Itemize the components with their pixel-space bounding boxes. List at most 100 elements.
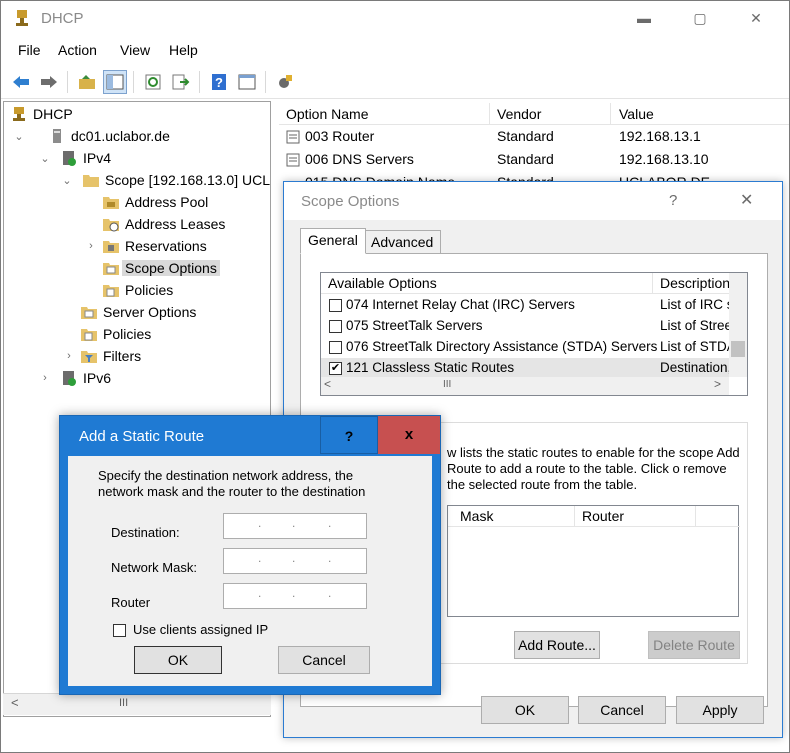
- toolbar: ?: [1, 65, 789, 99]
- list-item[interactable]: 075 StreetTalk Servers List of Stree: [321, 316, 730, 337]
- chevron-down-icon[interactable]: ⌄: [12, 130, 26, 143]
- column-value[interactable]: Value: [619, 106, 654, 122]
- tree-node-policies-server[interactable]: Policies: [80, 324, 151, 344]
- scope-options-close-button[interactable]: ✕: [740, 190, 753, 210]
- cancel-button[interactable]: Cancel: [578, 696, 666, 724]
- list-item-selected[interactable]: ✔ 121 Classless Static Routes Destinatio…: [321, 358, 730, 379]
- export-list-icon[interactable]: [169, 70, 193, 94]
- options-list-header: Option Name Vendor Value: [279, 103, 789, 125]
- route-ok-button[interactable]: OK: [134, 646, 222, 674]
- menu-file[interactable]: File: [18, 42, 41, 58]
- column-mask[interactable]: Mask: [460, 508, 493, 524]
- scroll-left-icon[interactable]: <: [11, 695, 19, 710]
- back-arrow-icon[interactable]: [9, 70, 33, 94]
- scroll-thumb[interactable]: III: [119, 697, 128, 709]
- tree-horizontal-scrollbar[interactable]: < III: [3, 693, 271, 715]
- list-item[interactable]: 003 Router Standard 192.168.13.1: [279, 126, 789, 148]
- tree-node-filters[interactable]: › Filters: [62, 346, 141, 366]
- add-static-route-title: Add a Static Route: [79, 428, 205, 445]
- options-horizontal-scrollbar[interactable]: < III >: [321, 377, 729, 395]
- chevron-down-icon[interactable]: ⌄: [38, 152, 52, 165]
- scope-options-title: Scope Options: [301, 193, 400, 210]
- tree-node-scope[interactable]: ⌄ Scope [192.168.13.0] UCLA: [60, 170, 270, 190]
- option-checkbox[interactable]: [329, 299, 342, 312]
- apply-button[interactable]: Apply: [676, 696, 764, 724]
- route-cancel-button[interactable]: Cancel: [278, 646, 370, 674]
- up-folder-icon[interactable]: [75, 70, 99, 94]
- ok-button[interactable]: OK: [481, 696, 569, 724]
- tree-node-policies[interactable]: Policies: [102, 280, 173, 300]
- show-hide-console-tree-icon[interactable]: [103, 70, 127, 94]
- help-icon[interactable]: ?: [207, 70, 231, 94]
- router-label: Router: [111, 595, 151, 610]
- refresh-icon[interactable]: [141, 70, 165, 94]
- forward-arrow-icon[interactable]: [37, 70, 61, 94]
- server-options-icon: [81, 307, 97, 319]
- option-icon: [286, 130, 300, 144]
- use-clients-assigned-ip-label: Use clients assigned IP: [133, 622, 269, 637]
- folder-icon: [83, 175, 99, 187]
- static-routes-table: Mask Router: [447, 505, 740, 617]
- static-routes-header: Mask Router: [448, 506, 740, 527]
- network-mask-ip-field[interactable]: ...: [223, 548, 367, 574]
- router-ip-field[interactable]: ...: [223, 583, 367, 609]
- available-options-header: Available Options Description: [321, 273, 730, 294]
- add-static-route-help-button[interactable]: ?: [320, 416, 378, 454]
- network-mask-label: Network Mask:: [111, 560, 197, 575]
- chevron-right-icon[interactable]: ›: [84, 240, 98, 252]
- column-vendor[interactable]: Vendor: [497, 106, 541, 122]
- chevron-down-icon[interactable]: ⌄: [60, 174, 74, 187]
- ipv6-icon: [63, 371, 76, 386]
- filter-tool-icon[interactable]: [273, 70, 297, 94]
- scope-options-icon: [103, 263, 119, 275]
- column-available-options[interactable]: Available Options: [328, 275, 437, 291]
- menu-help[interactable]: Help: [169, 42, 198, 58]
- column-description[interactable]: Description: [660, 275, 730, 291]
- delete-route-button[interactable]: Delete Route: [648, 631, 740, 659]
- tree-node-ipv6[interactable]: › IPv6: [38, 368, 111, 388]
- scope-options-help-button[interactable]: ?: [669, 192, 677, 209]
- add-static-route-close-button[interactable]: x: [378, 416, 440, 454]
- properties-icon[interactable]: [235, 70, 259, 94]
- tree-node-address-pool[interactable]: Address Pool: [102, 192, 208, 212]
- add-route-button[interactable]: Add Route...: [514, 631, 600, 659]
- destination-label: Destination:: [111, 525, 180, 540]
- tab-advanced[interactable]: Advanced: [363, 230, 442, 254]
- tree-node-address-leases[interactable]: Address Leases: [102, 214, 225, 234]
- scroll-right-icon[interactable]: >: [714, 377, 721, 391]
- chevron-right-icon[interactable]: ›: [38, 372, 52, 384]
- list-item[interactable]: 006 DNS Servers Standard 192.168.13.10: [279, 149, 789, 171]
- scroll-thumb[interactable]: [731, 341, 745, 357]
- menu-action[interactable]: Action: [58, 42, 97, 58]
- tree-node-server[interactable]: ⌄ dc01.uclabor.de: [12, 126, 169, 146]
- maximize-button[interactable]: ▢: [677, 1, 723, 35]
- tree-node-ipv4[interactable]: ⌄ IPv4: [38, 148, 111, 168]
- menu-view[interactable]: View: [120, 42, 150, 58]
- chevron-right-icon[interactable]: ›: [62, 350, 76, 362]
- destination-ip-field[interactable]: ...: [223, 513, 367, 539]
- option-checkbox[interactable]: [329, 320, 342, 333]
- scroll-left-icon[interactable]: <: [324, 377, 331, 391]
- static-routes-info: w lists the static routes to enable for …: [447, 445, 740, 492]
- tree-node-reservations[interactable]: › Reservations: [84, 236, 207, 256]
- scroll-thumb[interactable]: III: [443, 379, 451, 390]
- tree-node-server-options[interactable]: Server Options: [80, 302, 196, 322]
- scope-options-title-bar: Scope Options ? ✕: [284, 182, 782, 220]
- policies-icon: [81, 329, 97, 341]
- tab-general[interactable]: General: [300, 228, 366, 254]
- options-vertical-scrollbar[interactable]: [729, 273, 747, 377]
- minimize-button[interactable]: ▬: [621, 1, 667, 35]
- tree-node-scope-options[interactable]: Scope Options: [102, 258, 220, 278]
- list-item[interactable]: 074 Internet Relay Chat (IRC) Servers Li…: [321, 295, 730, 316]
- option-icon: [286, 153, 300, 167]
- tree-node-dhcp[interactable]: DHCP: [10, 104, 73, 124]
- close-button[interactable]: ✕: [733, 1, 779, 35]
- option-checkbox-checked[interactable]: ✔: [329, 362, 342, 375]
- add-static-route-dialog: Add a Static Route ? x Specify the desti…: [59, 415, 441, 695]
- column-option-name[interactable]: Option Name: [286, 106, 368, 122]
- list-item[interactable]: 076 StreetTalk Directory Assistance (STD…: [321, 337, 730, 358]
- option-checkbox[interactable]: [329, 341, 342, 354]
- column-router[interactable]: Router: [582, 508, 624, 524]
- available-options-list: Available Options Description 074 Intern…: [320, 272, 748, 396]
- use-clients-assigned-ip-checkbox[interactable]: [113, 624, 126, 637]
